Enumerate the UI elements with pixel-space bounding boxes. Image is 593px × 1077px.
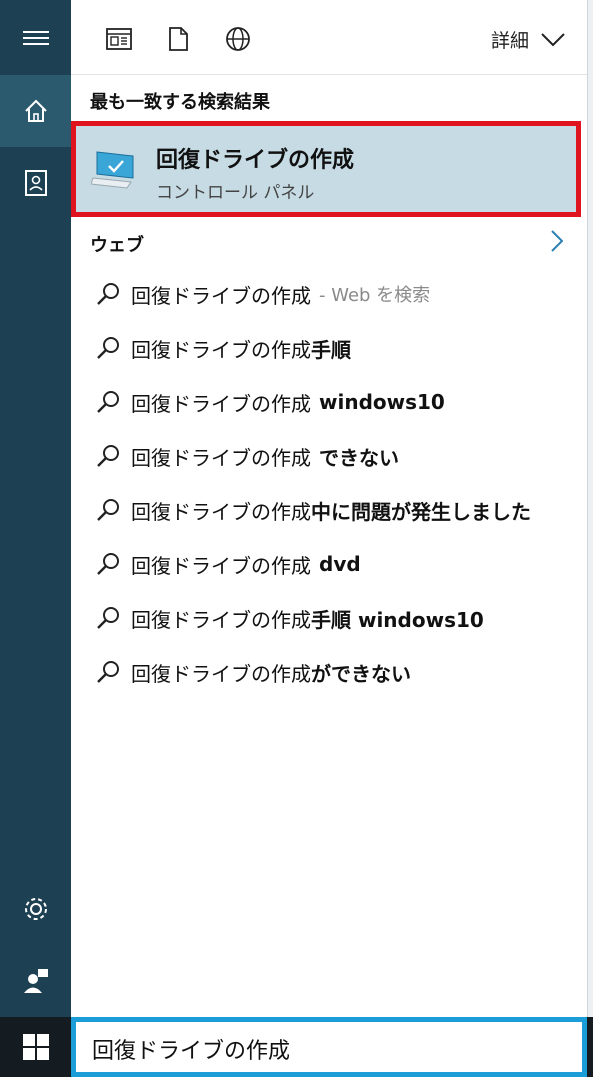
details-dropdown[interactable]: 詳細 bbox=[491, 26, 565, 53]
home-button[interactable] bbox=[0, 75, 71, 147]
suggestion-text: 回復ドライブの作成 bbox=[131, 337, 311, 362]
web-heading: ウェブ bbox=[90, 235, 144, 256]
globe-icon bbox=[226, 27, 250, 51]
web-filter-button[interactable] bbox=[223, 24, 253, 54]
web-suggestion[interactable]: 回復ドライブの作成 ができない bbox=[71, 645, 587, 699]
suggestion-text: 回復ドライブの作成 bbox=[131, 391, 311, 416]
search-box bbox=[71, 1017, 587, 1077]
web-suggestion[interactable]: 回復ドライブの作成 dvd bbox=[71, 537, 587, 591]
suggestion-completion: ができない bbox=[311, 661, 411, 686]
suggestion-completion: dvd bbox=[319, 552, 361, 576]
suggestion-text: 回復ドライブの作成 bbox=[131, 607, 311, 632]
suggestion-completion: 手順 bbox=[311, 337, 351, 362]
suggestion-completion: windows10 bbox=[319, 390, 445, 414]
filter-bar: 詳細 bbox=[71, 0, 587, 75]
best-match-subtitle: コントロール パネル bbox=[156, 183, 315, 203]
search-icon bbox=[71, 335, 131, 361]
web-suggestion[interactable]: 回復ドライブの作成 できない bbox=[71, 429, 587, 483]
suggestion-text: 回復ドライブの作成 bbox=[131, 499, 311, 524]
search-icon bbox=[71, 389, 131, 415]
background-window-edge bbox=[587, 0, 593, 1077]
search-icon bbox=[71, 659, 131, 685]
search-icon bbox=[71, 497, 131, 523]
suggestion-text: 回復ドライブの作成 bbox=[131, 553, 311, 578]
web-suggestion[interactable]: 回復ドライブの作成 中に問題が発生しました bbox=[71, 483, 587, 537]
search-icon bbox=[71, 551, 131, 577]
best-match-title: 回復ドライブの作成 bbox=[156, 148, 355, 173]
settings-button[interactable] bbox=[0, 873, 71, 945]
web-suggestion[interactable]: 回復ドライブの作成 手順 windows10 bbox=[71, 591, 587, 645]
best-match-heading: 最も一致する検索結果 bbox=[90, 92, 270, 113]
document-icon bbox=[169, 27, 188, 51]
gear-icon bbox=[24, 898, 47, 920]
suggestion-completion: できない bbox=[319, 445, 399, 470]
chevron-down-icon bbox=[541, 32, 565, 46]
start-button[interactable] bbox=[0, 1017, 71, 1077]
left-rail bbox=[0, 0, 71, 1017]
suggestion-completion: 中に問題が発生しました bbox=[311, 499, 531, 524]
app-grid-icon bbox=[106, 28, 132, 50]
search-icon bbox=[71, 443, 131, 469]
suggestion-text: 回復ドライブの作成 bbox=[131, 283, 311, 308]
menu-button[interactable] bbox=[0, 2, 71, 74]
suggestion-web-hint: - Web を検索 bbox=[319, 285, 431, 306]
web-suggestion[interactable]: 回復ドライブの作成 - Web を検索 bbox=[71, 267, 587, 321]
details-label: 詳細 bbox=[490, 30, 529, 52]
search-input[interactable] bbox=[90, 1032, 564, 1066]
windows-logo-icon bbox=[22, 1034, 49, 1060]
feedback-button[interactable] bbox=[0, 945, 71, 1017]
chevron-right-icon bbox=[551, 230, 564, 252]
hamburger-icon bbox=[22, 31, 49, 45]
search-results-panel: 詳細 最も一致する検索結果 回復ドライブの作成 コントロール パネル ウェブ 回… bbox=[71, 0, 587, 1017]
suggestion-text: 回復ドライブの作成 bbox=[131, 445, 311, 470]
web-expand-button[interactable] bbox=[551, 230, 564, 256]
apps-filter-button[interactable] bbox=[104, 24, 134, 54]
notebook-icon bbox=[24, 170, 47, 196]
search-icon bbox=[71, 605, 131, 631]
home-icon bbox=[24, 99, 47, 122]
best-match-result[interactable]: 回復ドライブの作成 コントロール パネル bbox=[71, 121, 581, 217]
web-suggestion[interactable]: 回復ドライブの作成 手順 bbox=[71, 321, 587, 375]
documents-filter-button[interactable] bbox=[163, 24, 193, 54]
notebook-button[interactable] bbox=[0, 147, 71, 219]
recovery-drive-icon bbox=[91, 151, 134, 189]
suggestion-text: 回復ドライブの作成 bbox=[131, 661, 311, 686]
web-suggestion[interactable]: 回復ドライブの作成 windows10 bbox=[71, 375, 587, 429]
search-icon bbox=[71, 281, 131, 307]
suggestion-completion: 手順 windows10 bbox=[311, 607, 484, 632]
feedback-icon bbox=[23, 969, 48, 993]
